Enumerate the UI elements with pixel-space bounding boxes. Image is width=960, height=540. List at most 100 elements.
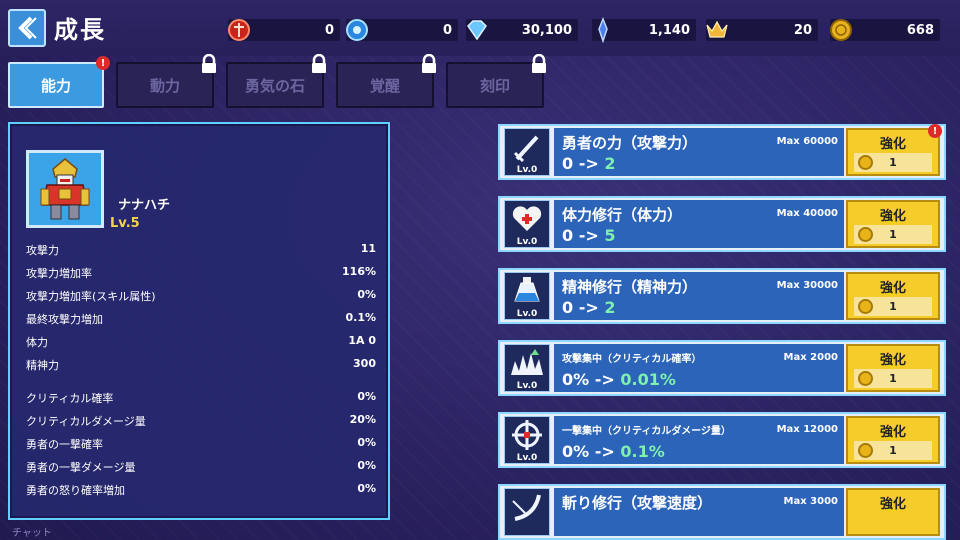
currency-diamond: 30,100 (466, 17, 578, 43)
upgrade-max: Max 12000 (776, 424, 838, 435)
upgrade-name: 一撃集中（クリティカルダメージ量） (562, 426, 731, 437)
enhance-label: 強化 (879, 281, 906, 296)
upgrade-level: Lv.0 (516, 453, 538, 463)
chat-label[interactable]: チャット (12, 524, 52, 539)
upgrade-card-stamina: Lv.0 体力修行（体力） Max 40000 0 -> 5 強化 1 (498, 196, 946, 252)
lock-icon (532, 54, 546, 73)
stat-value: 0% (357, 288, 376, 301)
stat-value: 300 (353, 357, 376, 370)
stat-value: 0% (357, 482, 376, 495)
burst-icon (511, 349, 543, 375)
upgrade-to: 2 (604, 298, 616, 317)
potion-icon (514, 277, 540, 302)
enhance-label: 強化 (879, 497, 906, 512)
enhance-button[interactable]: 強化 (846, 488, 940, 536)
upgrade-body: 体力修行（体力） Max 40000 0 -> 5 (554, 200, 844, 248)
hero-level: Lv.5 (110, 216, 140, 231)
stat-row: 攻撃力 11 (26, 242, 376, 260)
enhance-label: 強化 (879, 137, 906, 152)
currency-red-orb: 0 (228, 17, 340, 43)
upgrade-name: 斬り修行（攻撃速度） (562, 494, 713, 512)
stat-value: 116% (342, 265, 376, 278)
tab-ability[interactable]: 能力 ! (8, 56, 110, 108)
currency-coin: 668 (830, 17, 940, 43)
upgrade-card-spirit: Lv.0 精神修行（精神力） Max 30000 0 -> 2 強化 1 (498, 268, 946, 324)
cost-value: 1 (889, 156, 897, 169)
currency-value: 1,140 (648, 22, 690, 38)
stat-label: クリティカルダメージ量 (26, 415, 146, 428)
back-button[interactable] (8, 9, 46, 47)
upgrade-icon-box: Lv.0 (504, 416, 550, 464)
upgrade-to: 2 (604, 154, 616, 173)
enhance-button[interactable]: 強化 1 (846, 200, 940, 248)
upgrade-name: 勇者の力（攻撃力） (562, 134, 698, 152)
lock-icon (422, 54, 436, 73)
currency-crown: 20 (706, 17, 818, 43)
stat-row: 勇者の一撃確率 0% (26, 436, 376, 454)
currency-value: 20 (793, 22, 812, 38)
upgrade-level: Lv.0 (516, 381, 538, 391)
upgrade-icon-box: Lv.0 (504, 200, 550, 248)
upgrade-max: Max 60000 (776, 136, 838, 147)
stat-label: 精神力 (26, 359, 59, 372)
crystal-icon (598, 17, 608, 43)
stat-label: クリティカル確率 (26, 392, 114, 405)
enhance-button[interactable]: 強化 1 (846, 344, 940, 392)
currency-value: 0 (442, 22, 452, 38)
enhance-button[interactable]: 強化 1 (846, 128, 940, 176)
stat-value: 11 (360, 242, 376, 255)
enhance-label: 強化 (879, 353, 906, 368)
alert-badge: ! (96, 56, 110, 70)
upgrade-card-attack-speed: 斬り修行（攻撃速度） Max 3000 強化 (498, 484, 946, 540)
cost-value: 1 (889, 228, 897, 241)
upgrade-body: 攻撃集中（クリティカル確率） Max 2000 0% -> 0.01% (554, 344, 844, 392)
upgrade-card-critical-rate: Lv.0 攻撃集中（クリティカル確率） Max 2000 0% -> 0.01%… (498, 340, 946, 396)
enhance-cost: 1 (854, 153, 932, 172)
upgrade-name: 精神修行（精神力） (562, 278, 698, 296)
enhance-label: 強化 (879, 209, 906, 224)
currency-blue-orb: 0 (346, 17, 458, 43)
stat-value: 1A 0 (348, 334, 376, 347)
upgrade-body: 一撃集中（クリティカルダメージ量） Max 12000 0% -> 0.1% (554, 416, 844, 464)
tab-power[interactable]: 動力 (116, 54, 216, 108)
page-title: 成長 (54, 16, 106, 44)
stat-row: 攻撃力増加率(スキル属性) 0% (26, 288, 376, 306)
upgrade-icon-box: Lv.0 (504, 272, 550, 320)
stat-value: 0% (357, 459, 376, 472)
tab-label: 能力 (40, 76, 71, 95)
enhance-button[interactable]: 強化 1 (846, 416, 940, 464)
tab-engraving[interactable]: 刻印 (446, 54, 546, 108)
upgrade-progress: 0 -> 5 (562, 226, 615, 245)
stat-value: 20% (349, 413, 376, 426)
stat-row: 勇者の一撃ダメージ量 0% (26, 459, 376, 477)
stat-value: 0.1% (345, 311, 376, 324)
stat-label: 最終攻撃力増加 (26, 313, 103, 326)
tab-courage-stone[interactable]: 勇気の石 (226, 54, 326, 108)
enhance-cost: 1 (854, 369, 932, 388)
coin-icon (858, 155, 873, 170)
upgrade-card-attack: Lv.0 勇者の力（攻撃力） Max 60000 0 -> 2 強化 1 ! (498, 124, 946, 180)
hero-portrait[interactable] (26, 150, 104, 228)
tab-label: 勇気の石 (244, 76, 305, 95)
coin-icon (858, 443, 873, 458)
tab-awakening[interactable]: 覚醒 (336, 54, 436, 108)
coin-icon (858, 371, 873, 386)
enhance-button[interactable]: 強化 1 (846, 272, 940, 320)
coin-icon (858, 227, 873, 242)
back-arrow-icon (18, 16, 37, 40)
tab-label: 刻印 (479, 76, 510, 95)
stat-label: 攻撃力 (26, 244, 59, 257)
upgrade-to: 0.01% (620, 370, 676, 389)
cost-value: 1 (889, 372, 897, 385)
heart-icon (512, 206, 542, 231)
stat-label: 体力 (26, 336, 48, 349)
upgrade-name: 体力修行（体力） (562, 206, 683, 224)
currency-crystal: 1,140 (592, 17, 696, 43)
lock-icon (202, 54, 216, 73)
top-bar: 成長 0 0 30,100 1,140 20 668 (0, 0, 960, 56)
upgrade-progress: 0 -> 2 (562, 298, 615, 317)
upgrade-name: 攻撃集中（クリティカル確率） (562, 354, 702, 365)
upgrade-body: 勇者の力（攻撃力） Max 60000 0 -> 2 (554, 128, 844, 176)
lock-icon (312, 54, 326, 73)
enhance-cost: 1 (854, 225, 932, 244)
